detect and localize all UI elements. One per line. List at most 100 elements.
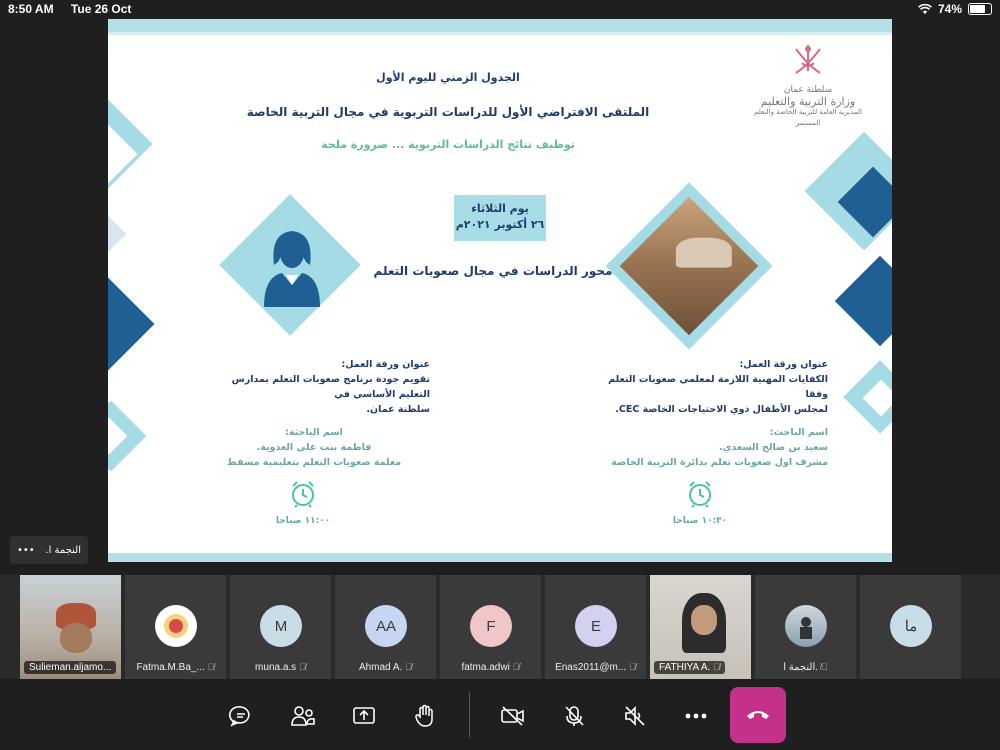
participant-name: muna.a.s 🎙̸ bbox=[255, 662, 306, 673]
researcher-right-label: اسم الباحث: bbox=[769, 427, 828, 438]
participant-avatar: F bbox=[470, 605, 512, 647]
slide-title-schedule: الجدول الزمني لليوم الأول bbox=[376, 71, 520, 84]
participant-name: النجمة ا. 🎙̸ bbox=[783, 662, 828, 673]
participant-name: Fatma.M.Ba_... 🎙̸ bbox=[136, 662, 215, 673]
participant-avatar: AA bbox=[365, 605, 407, 647]
slide-top-band-2 bbox=[108, 32, 892, 35]
participant-tile[interactable]: Fatma.M.Ba_... 🎙̸ bbox=[125, 575, 228, 679]
participant-logo-avatar bbox=[155, 605, 197, 647]
leave-call-button[interactable] bbox=[730, 687, 786, 743]
logo-line-2: وزارة التربية والتعليم bbox=[760, 95, 856, 108]
presenter-photo-frame bbox=[605, 182, 773, 350]
researcher-right-role: مشرف اول صعوبات تعلم بدائرة التربية الخا… bbox=[611, 457, 828, 468]
participant-tile[interactable]: النجمة ا. 🎙̸ bbox=[755, 575, 858, 679]
slide-title-forum: الملتقى الافتراضي الأول للدراسات التربوي… bbox=[246, 105, 650, 119]
school-logo-icon bbox=[164, 614, 188, 638]
mic-muted-icon: 🎙̸ bbox=[713, 662, 721, 672]
participant-tile[interactable]: M muna.a.s 🎙̸ bbox=[230, 575, 333, 679]
participant-tile[interactable]: F fatma.adwi 🎙̸ bbox=[440, 575, 543, 679]
date-box: يوم الثلاثاء ٢٦ أكتوبر ٢٠٢١م bbox=[454, 195, 546, 241]
status-date: Tue 26 Oct bbox=[70, 2, 132, 16]
hang-up-icon bbox=[747, 711, 769, 719]
status-left: 8:50 AM Tue 26 Oct bbox=[8, 2, 145, 16]
mic-muted-icon: 🎙̸ bbox=[821, 662, 828, 672]
alarm-clock-icon bbox=[689, 481, 711, 508]
chat-button[interactable] bbox=[219, 694, 263, 738]
researcher-left-role: معلمة صعوبات التعلم بتعليمية مسقط bbox=[226, 457, 402, 468]
mic-muted-icon: 🎙̸ bbox=[629, 662, 636, 672]
participant-tile[interactable]: ما bbox=[860, 575, 963, 679]
alarm-clock-icon bbox=[292, 481, 314, 508]
participant-avatar: ما bbox=[890, 605, 932, 647]
more-options-icon[interactable]: ••• bbox=[17, 545, 35, 556]
participant-avatar: M bbox=[260, 605, 302, 647]
participant-tile[interactable]: Sulieman.aljamo... bbox=[20, 575, 123, 679]
share-icon bbox=[353, 707, 375, 724]
slide-subtitle: توظيف نتائج الدراسات التربوية ... ضرورة … bbox=[321, 138, 575, 151]
slide-top-band bbox=[108, 19, 892, 32]
participant-name: FATHIYA A. 🎙̸ bbox=[654, 661, 726, 674]
speaker-toggle-button[interactable] bbox=[613, 694, 657, 738]
wifi-icon bbox=[918, 3, 932, 14]
participant-name: Ahmad A. 🎙̸ bbox=[358, 662, 413, 673]
participant-name: fatma.adwi 🎙̸ bbox=[461, 662, 520, 673]
chat-icon bbox=[229, 706, 250, 727]
decor-diamond bbox=[108, 274, 155, 374]
slide-bottom-band bbox=[108, 553, 892, 562]
person-photo-icon bbox=[800, 617, 812, 639]
participant-strip: Sulieman.aljamo... Fatma.M.Ba_... 🎙̸ M mu… bbox=[0, 575, 1000, 679]
meeting-toolbar bbox=[0, 680, 1000, 750]
date-label: ٢٦ أكتوبر ٢٠٢١م bbox=[455, 218, 545, 231]
raise-hand-button[interactable] bbox=[403, 694, 447, 738]
people-icon bbox=[291, 706, 315, 726]
status-right: 74% bbox=[918, 2, 992, 16]
axis-title: محور الدراسات في مجال صعوبات التعلم bbox=[373, 264, 613, 278]
camera-off-icon bbox=[501, 706, 524, 726]
paper-right-title-1: الكفايات المهنية اللازمة لمعلمي صعوبات ا… bbox=[608, 374, 828, 400]
participant-tile[interactable]: E Enas2011@m... 🎙̸ bbox=[545, 575, 648, 679]
mic-off-icon bbox=[565, 706, 584, 726]
logo-line-3: المديرية العامة للتربية الخاصة والتعلم ا… bbox=[754, 108, 862, 127]
paper-right-label: عنوان ورقة العمل: bbox=[739, 359, 829, 370]
researcher-left-label: اسم الباحثة: bbox=[285, 427, 343, 438]
mic-muted-icon: 🎙̸ bbox=[299, 662, 306, 672]
battery-fill bbox=[970, 5, 985, 13]
speaker-off-icon bbox=[625, 706, 645, 726]
more-actions-button[interactable] bbox=[674, 694, 718, 738]
toolbar-separator bbox=[469, 692, 470, 738]
share-screen-button[interactable] bbox=[342, 694, 386, 738]
mic-muted-icon: 🎙̸ bbox=[405, 662, 413, 672]
battery-percent: 74% bbox=[937, 2, 962, 16]
participant-name: Sulieman.aljamo... bbox=[24, 661, 117, 674]
self-view-chip[interactable]: النجمة ا. ••• bbox=[10, 536, 88, 564]
decor-diamond bbox=[108, 205, 127, 263]
researcher-left-name: فاطمة بنت علي العدوية. bbox=[256, 442, 372, 453]
participant-name: Enas2011@m... 🎙̸ bbox=[555, 662, 636, 673]
ios-status-bar: 8:50 AM Tue 26 Oct 74% bbox=[0, 0, 1000, 18]
paper-left-title-2: سلطنة عمان. bbox=[366, 404, 430, 415]
paper-right: عنوان ورقة العمل: الكفايات المهنية اللاز… bbox=[596, 357, 828, 470]
more-icon bbox=[685, 713, 707, 719]
paper-left: عنوان ورقة العمل: تقويم جودة برنامج صعوب… bbox=[198, 357, 430, 470]
participant-tile[interactable]: FATHIYA A. 🎙̸ bbox=[650, 575, 753, 679]
paper-right-title-2: لمجلس الأطفال ذوي الاحتياجات الخاصة CEC. bbox=[615, 404, 828, 415]
paper-left-title-1: تقويم جودة برنامج صعوبات التعلم بمدارس ا… bbox=[231, 374, 430, 400]
paper-left-label: عنوان ورقة العمل: bbox=[341, 359, 431, 370]
participant-photo-avatar bbox=[785, 605, 827, 647]
day-label: يوم الثلاثاء bbox=[471, 202, 529, 215]
raise-hand-icon bbox=[415, 704, 433, 727]
ministry-logo: سلطنة عمان وزارة التربية والتعليم المدير… bbox=[748, 41, 868, 129]
self-view-name: النجمة ا. bbox=[45, 544, 81, 556]
participants-button[interactable] bbox=[281, 694, 325, 738]
mic-muted-icon: 🎙̸ bbox=[512, 662, 520, 672]
status-time: 8:50 AM bbox=[8, 2, 54, 16]
participant-avatar: E bbox=[575, 605, 617, 647]
female-avatar-icon bbox=[264, 231, 320, 307]
mic-muted-icon: 🎙̸ bbox=[207, 662, 215, 672]
presenter-photo bbox=[619, 196, 759, 336]
participant-tile[interactable]: AA Ahmad A. 🎙̸ bbox=[335, 575, 438, 679]
camera-toggle-button[interactable] bbox=[491, 694, 535, 738]
time-left: ١١:٠٠ صباحا bbox=[275, 516, 331, 526]
mic-toggle-button[interactable] bbox=[552, 694, 596, 738]
oman-emblem-icon bbox=[795, 45, 821, 74]
